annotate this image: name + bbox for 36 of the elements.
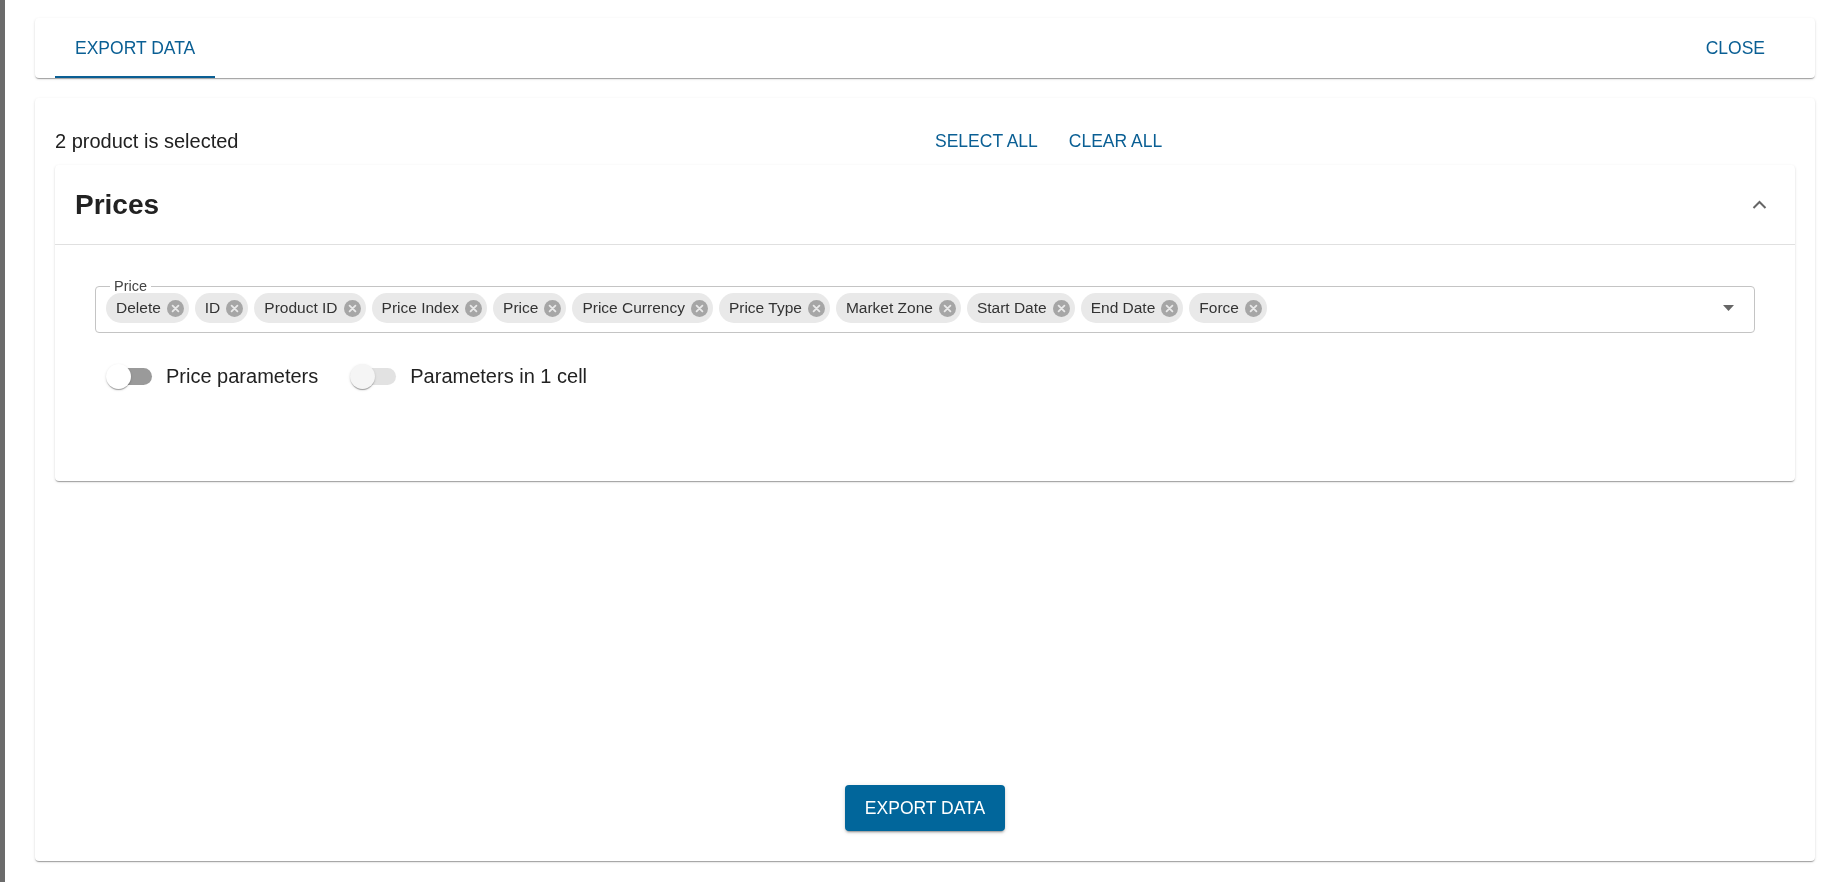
toggle-switch[interactable] — [106, 363, 152, 389]
field-chip[interactable]: Start Date — [966, 293, 1075, 323]
field-chip[interactable]: Product ID — [254, 293, 366, 323]
selection-summary: 2 product is selected — [55, 129, 240, 154]
field-chip[interactable]: Price Currency — [572, 293, 713, 323]
field-chip[interactable]: Price — [493, 293, 567, 323]
export-data-button[interactable]: EXPORT DATA — [844, 785, 1006, 831]
close-icon[interactable] — [1161, 299, 1179, 317]
close-icon[interactable] — [1244, 299, 1262, 317]
close-icon[interactable] — [544, 299, 562, 317]
caret-down-icon[interactable] — [1723, 305, 1734, 311]
field-chip[interactable]: End Date — [1080, 293, 1184, 323]
field-chip[interactable]: Price Index — [371, 293, 488, 323]
select-field[interactable]: Price Delete ID Product ID Price Index Price Price Currency Price Type Market Zone Start Date End Date Force — [95, 278, 1755, 333]
tab[interactable]: EXPORT DATA — [55, 18, 216, 78]
clear-all-button[interactable]: CLEAR ALL — [1058, 123, 1173, 159]
switch-label: Price parameters — [166, 364, 319, 389]
chevron-up-icon[interactable] — [1752, 200, 1767, 209]
field-chip[interactable]: Price Type — [718, 293, 830, 323]
select-all-button[interactable]: SELECT ALL — [925, 123, 1048, 159]
field-chip[interactable]: Delete — [106, 293, 189, 323]
close-button[interactable]: CLOSE — [1695, 30, 1775, 66]
close-icon[interactable] — [1052, 299, 1070, 317]
close-icon[interactable] — [938, 299, 956, 317]
field-chip[interactable]: Market Zone — [835, 293, 961, 323]
close-icon[interactable] — [166, 299, 184, 317]
field-label: Price — [113, 278, 149, 294]
close-icon[interactable] — [343, 299, 361, 317]
switch-label: Parameters in 1 cell — [410, 364, 588, 389]
close-icon[interactable] — [690, 299, 708, 317]
field-chip[interactable]: Force — [1189, 293, 1267, 323]
close-icon[interactable] — [465, 299, 483, 317]
close-icon[interactable] — [807, 299, 825, 317]
field-chip[interactable]: ID — [194, 293, 249, 323]
close-icon[interactable] — [226, 299, 244, 317]
section-title: Prices — [75, 187, 160, 222]
